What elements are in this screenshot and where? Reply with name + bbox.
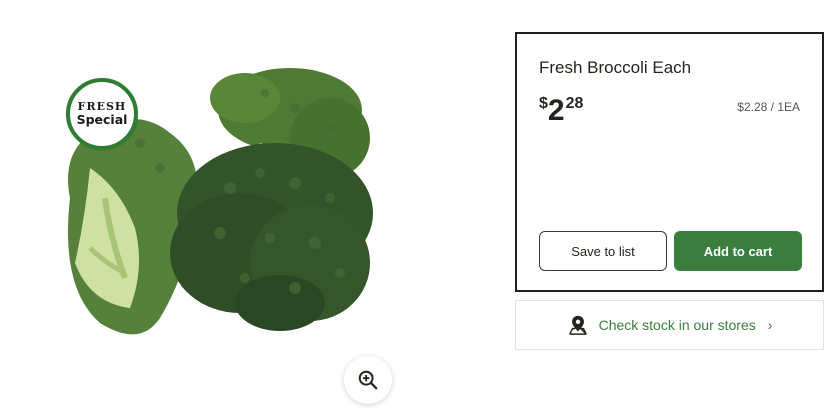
add-to-cart-button[interactable]: Add to cart [674,231,802,271]
badge-line-2: Special [76,112,128,127]
price-cents: 28 [565,95,584,112]
chevron-right-icon: › [767,317,773,333]
product-page: FRESH Special Fresh Broccoli Each $ 2 28… [0,0,834,408]
check-stock-link[interactable]: Check stock in our stores › [515,300,824,350]
price-currency: $ [539,95,548,112]
product-price: $ 2 28 [539,92,583,128]
map-pin-icon [568,315,587,335]
zoom-in-icon [358,370,378,390]
unit-price: $2.28 / 1EA [737,100,800,114]
fresh-special-badge: FRESH Special [66,78,138,150]
zoom-button[interactable] [344,356,392,404]
check-stock-label: Check stock in our stores [598,317,756,333]
save-to-list-button[interactable]: Save to list [539,231,667,271]
product-title: Fresh Broccoli Each [539,58,692,77]
product-purchase-card: Fresh Broccoli Each $ 2 28 $2.28 / 1EA S… [515,32,824,292]
price-dollars: 2 [547,94,565,127]
